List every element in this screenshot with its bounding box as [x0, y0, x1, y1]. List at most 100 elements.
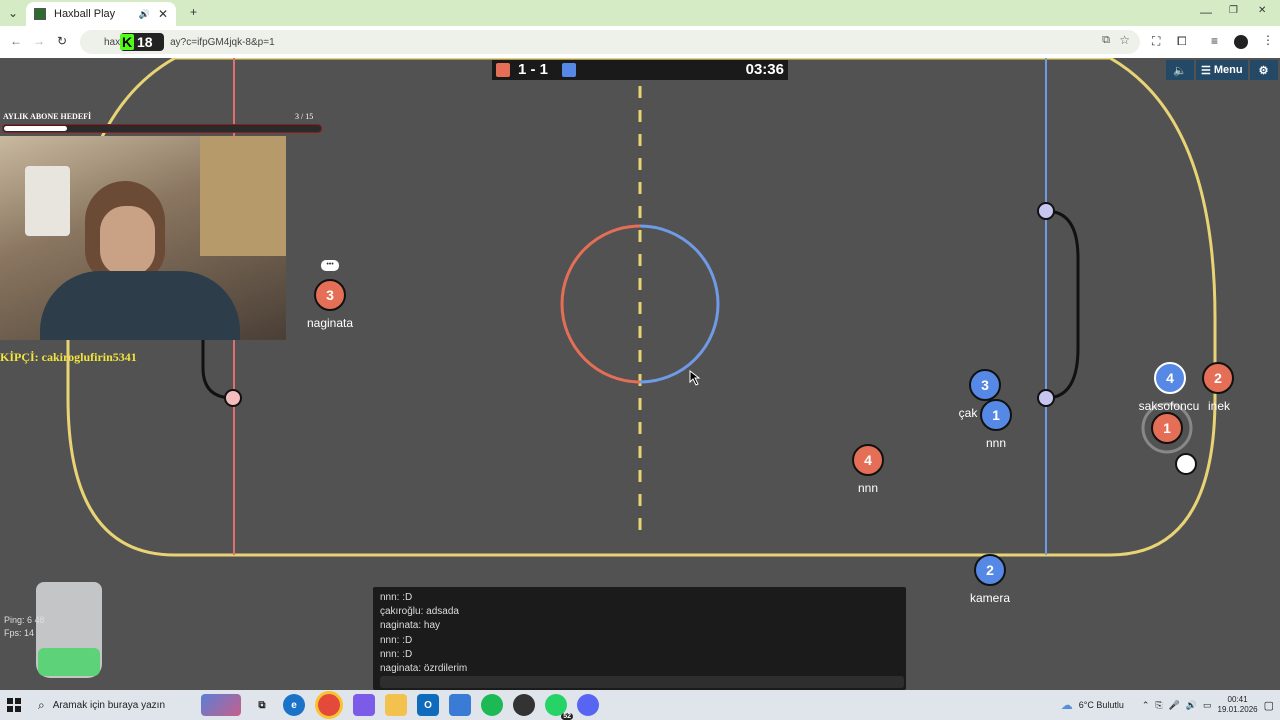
file-explorer-icon[interactable]: [385, 694, 407, 716]
translate-icon[interactable]: ⧉: [1102, 34, 1110, 47]
goal-progress-track: [2, 124, 322, 133]
taskbar-search[interactable]: ⌕ Aramak için buraya yazın: [28, 690, 196, 720]
store-icon[interactable]: [449, 694, 471, 716]
url-text: ay?c=ifpGM4jqk-8&p=1: [170, 36, 275, 48]
game-chat: nnn: :D çakıroğlu: adsada naginata: hay …: [373, 587, 906, 690]
fps-text: Fps: 14: [4, 628, 35, 638]
kick-viewer-badge: K 18: [120, 33, 164, 51]
network-icon[interactable]: ⎘: [1155, 700, 1162, 711]
network-stats: Ping: 6 48 Fps: 14: [4, 614, 45, 640]
sound-icon[interactable]: 🔈: [1166, 60, 1194, 80]
chat-bubble-icon: •••: [321, 260, 339, 271]
tab-list-icon[interactable]: ⌄: [8, 6, 18, 20]
widgets-icon[interactable]: [201, 694, 241, 716]
obs-icon[interactable]: [513, 694, 535, 716]
player-disc: 4: [852, 444, 884, 476]
player-disc: 2: [1202, 362, 1234, 394]
player-number: 3: [326, 287, 334, 303]
chat-message: naginata: özrdilerim: [380, 662, 468, 674]
chat-log: nnn: :D çakıroğlu: adsada naginata: hay …: [373, 587, 906, 676]
streamer-face: [100, 206, 155, 276]
extensions-icon[interactable]: ⧠: [1177, 34, 1187, 49]
minimize-button[interactable]: —: [1200, 5, 1212, 19]
streamer-webcam: [0, 136, 286, 340]
chat-message: nnn: :D: [380, 592, 413, 603]
bookmark-star-icon[interactable]: ☆: [1119, 33, 1130, 47]
wall-unit: [25, 166, 70, 236]
weather-text[interactable]: 6°C Bulutlu: [1079, 700, 1124, 710]
notification-badge: 52: [561, 713, 573, 720]
player-name: kamera: [969, 591, 1011, 605]
discord-icon[interactable]: [577, 694, 599, 716]
game-timer: 03:36: [745, 61, 784, 78]
streamer-sweater: [40, 271, 240, 340]
reload-icon[interactable]: ↻: [57, 34, 67, 48]
notifications-icon[interactable]: ▢: [1264, 699, 1274, 712]
start-button[interactable]: [0, 690, 28, 720]
forward-icon[interactable]: →: [33, 34, 45, 48]
chevron-up-icon[interactable]: ⌃: [1142, 700, 1150, 711]
goal-count: 3 / 15: [295, 112, 314, 121]
player-number: 3: [981, 377, 989, 393]
spotify-icon[interactable]: [481, 694, 503, 716]
windows-logo-icon: [7, 698, 21, 712]
whatsapp-icon[interactable]: 52: [545, 694, 573, 720]
search-placeholder: Aramak için buraya yazın: [52, 699, 166, 711]
menu-button[interactable]: ☰ Menu: [1196, 60, 1248, 80]
goal-label: AYLIK ABONE HEDEFİ: [3, 112, 92, 121]
score-text: 1 - 1: [518, 61, 549, 78]
copilot-icon[interactable]: [353, 694, 375, 716]
chat-message: nnn: :D: [380, 634, 413, 646]
battery-icon[interactable]: ▭: [1203, 700, 1212, 711]
media-icon[interactable]: ≡: [1211, 34, 1218, 48]
profile-avatar[interactable]: [1234, 35, 1248, 49]
chat-input[interactable]: [380, 676, 904, 688]
goal-progress-fill: [4, 126, 67, 131]
microphone-icon[interactable]: 🎤: [1169, 700, 1180, 711]
close-tab-icon[interactable]: ✕: [158, 7, 168, 21]
volume-icon[interactable]: 🔊: [1186, 700, 1197, 711]
chrome-icon[interactable]: [315, 691, 343, 719]
clock[interactable]: 00:41 19.01.2026: [1218, 695, 1258, 715]
player-number: 1: [992, 407, 1000, 423]
close-window-button[interactable]: ✕: [1258, 5, 1266, 16]
menu-label: Menu: [1213, 64, 1243, 76]
edge-icon[interactable]: e: [283, 694, 305, 716]
settings-gear-icon[interactable]: ⚙: [1249, 60, 1278, 80]
player-name: saksofoncu: [1138, 399, 1200, 413]
scoreboard: 1 - 1 03:36: [492, 60, 788, 80]
player-disc: 1: [1151, 412, 1183, 444]
game-top-buttons: 🔈 ☰ Menu ⚙: [1166, 60, 1278, 80]
player-number: 2: [986, 562, 994, 578]
speaker-icon[interactable]: 🔊: [139, 9, 150, 20]
clock-date: 19.01.2026: [1217, 705, 1258, 714]
address-bar[interactable]: hax ay?c=ifpGM4jqk-8&p=1 ⧉ ☆: [80, 30, 1140, 54]
chat-message: nnn: :D: [380, 648, 413, 660]
player-name: inek: [1207, 399, 1231, 413]
tab-title: Haxball Play: [54, 8, 116, 20]
restore-button[interactable]: ❐: [1229, 5, 1238, 16]
screenshot-icon[interactable]: ⛶: [1152, 34, 1160, 49]
player-disc: 1: [980, 399, 1012, 431]
window: [200, 136, 286, 256]
search-icon: ⌕: [38, 697, 45, 712]
new-tab-button[interactable]: +: [190, 5, 197, 19]
hamburger-icon: ☰: [1201, 64, 1211, 77]
chat-message: çakıroğlu: adsada: [380, 606, 459, 618]
player-name: naginata: [306, 316, 354, 330]
player-number: 1: [1163, 420, 1171, 436]
player-number: 4: [1166, 370, 1174, 386]
windows-taskbar: ⌕ Aramak için buraya yazın ⧉ e O 52 ☁ 6°…: [0, 690, 1280, 720]
player-disc: 3: [969, 369, 1001, 401]
browser-toolbar: ← → ↻ hax ay?c=ifpGM4jqk-8&p=1 ⧉ ☆ ⛶ ⧠ ≡…: [0, 26, 1280, 59]
player-name: nnn: [857, 481, 879, 495]
haxball-favicon-icon: [34, 8, 46, 20]
outlook-icon[interactable]: O: [417, 694, 439, 716]
red-team-swatch: [496, 63, 510, 77]
ping-value: 48: [34, 615, 45, 625]
url-prefix: hax: [104, 36, 121, 48]
browser-tab[interactable]: Haxball Play 🔊 ✕: [26, 2, 176, 26]
back-icon[interactable]: ←: [10, 34, 22, 48]
more-menu-icon[interactable]: ⋮: [1262, 33, 1274, 47]
task-view-icon[interactable]: ⧉: [251, 694, 273, 716]
